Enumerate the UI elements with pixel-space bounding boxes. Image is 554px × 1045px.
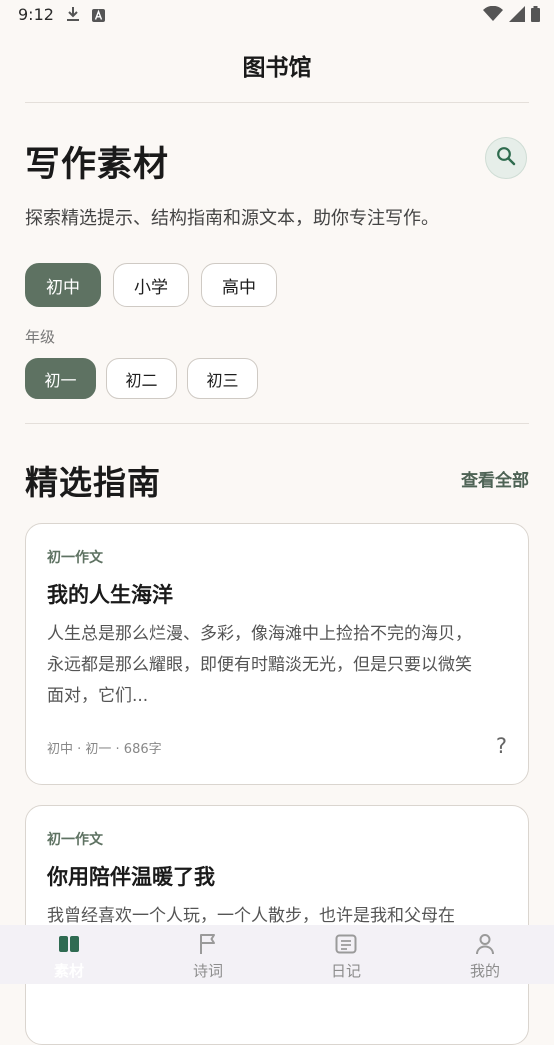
app-header: 图书馆 <box>0 30 554 102</box>
grade-filter-group: 初一 初二 初三 <box>25 358 258 399</box>
header-title: 图书馆 <box>242 55 312 81</box>
card-excerpt: 人生总是那么烂漫、多彩，像海滩中上捡拾不完的海贝，永远都是那么耀眼，即便有时黯淡… <box>47 624 472 706</box>
grade-chip-1[interactable]: 初一 <box>25 358 96 399</box>
card-meta: 初中 · 初一 · 686字 <box>47 742 162 757</box>
flag-icon <box>195 932 221 956</box>
download-icon <box>66 6 80 26</box>
grade-chip-2[interactable]: 初二 <box>106 358 177 399</box>
wifi-icon <box>483 5 503 26</box>
person-icon <box>472 932 498 956</box>
nav-label: 素材 <box>53 962 84 980</box>
nav-label: 诗词 <box>192 962 223 980</box>
text-a-icon <box>92 7 105 26</box>
book-icon <box>56 932 82 956</box>
battery-icon <box>531 6 540 26</box>
section-title: 精选指南 <box>25 463 161 502</box>
page-subtitle: 探索精选提示、结构指南和源文本，助你专注写作。 <box>25 208 439 229</box>
bottom-nav: 素材 诗词 日记 我的 <box>0 925 554 984</box>
nav-item-profile[interactable]: 我的 <box>416 925 554 984</box>
card-title: 你用陪伴温暖了我 <box>47 865 215 889</box>
nav-label: 我的 <box>469 962 500 980</box>
notebook-icon <box>333 932 359 956</box>
stage-chip-senior-high[interactable]: 高中 <box>201 263 277 307</box>
status-time: 9:12 <box>18 5 54 24</box>
card-tag: 初一作文 <box>47 832 103 848</box>
see-all-link[interactable]: 查看全部 <box>461 466 529 491</box>
help-icon[interactable]: ? <box>496 734 507 758</box>
status-bar: 9:12 <box>0 0 554 30</box>
stage-filter-group: 初中 小学 高中 <box>25 263 277 307</box>
card-tag: 初一作文 <box>47 550 103 566</box>
stage-chip-primary[interactable]: 小学 <box>113 263 189 307</box>
search-button[interactable] <box>485 137 527 179</box>
nav-label: 日记 <box>330 962 361 980</box>
nav-item-poetry[interactable]: 诗词 <box>139 925 277 984</box>
cellular-signal-icon <box>509 6 525 26</box>
header-divider <box>25 102 529 103</box>
nav-item-diary[interactable]: 日记 <box>277 925 415 984</box>
guide-card[interactable]: 初一作文 我的人生海洋 人生总是那么烂漫、多彩，像海滩中上捡拾不完的海贝，永远都… <box>25 523 529 785</box>
card-title: 我的人生海洋 <box>47 583 173 607</box>
stage-chip-junior-high[interactable]: 初中 <box>25 263 101 307</box>
search-icon <box>496 146 516 170</box>
nav-item-materials[interactable]: 素材 <box>0 925 138 984</box>
section-divider <box>25 423 529 424</box>
page-title: 写作素材 <box>25 145 170 185</box>
grade-chip-3[interactable]: 初三 <box>187 358 258 399</box>
grade-label: 年级 <box>25 328 56 346</box>
